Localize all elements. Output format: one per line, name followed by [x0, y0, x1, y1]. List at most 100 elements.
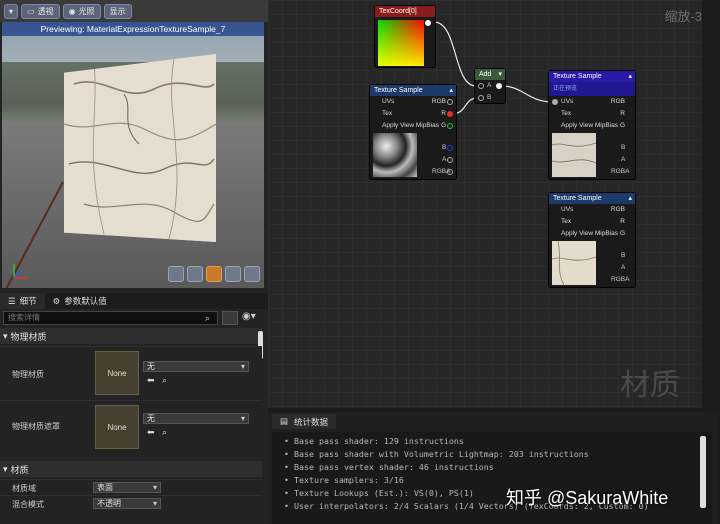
- marble-veins: [551, 240, 597, 286]
- blend-mode-row: 混合模式 不透明 ▾: [0, 495, 262, 511]
- uvs-input-pin[interactable]: [552, 99, 558, 105]
- collapse-icon: ▾: [3, 330, 8, 341]
- tab-details[interactable]: ☰ 细节: [0, 293, 45, 309]
- material-editor: ▾ ▭ 透视 ◉ 光照 显示 Previewing: MaterialExpress…: [0, 0, 720, 524]
- tab-stats[interactable]: ▤ 统计数据: [272, 414, 337, 429]
- texture-sample-node-1[interactable]: Texture Sample ▴ UVs RGB Tex R Apply View M…: [369, 84, 457, 180]
- browse-icon[interactable]: ⌕: [162, 375, 167, 386]
- stat-line: • Base pass shader with Volumetric Light…: [284, 449, 589, 459]
- material-domain-row: 材质域 表面 ▾: [0, 479, 262, 495]
- search-icon[interactable]: ⌕: [205, 313, 210, 324]
- collapse-arrow-icon: ▴: [628, 195, 632, 202]
- stats-body: • Base pass shader: 129 instructions • B…: [272, 432, 712, 524]
- material-domain-label: 材质域: [12, 484, 36, 493]
- texture-sample-title: Texture Sample ▴: [549, 193, 635, 204]
- tex-pin-row[interactable]: Tex R: [549, 108, 635, 120]
- stat-line: • Base pass shader: 129 instructions: [284, 436, 464, 446]
- eye-icon[interactable]: ◉▾: [242, 311, 256, 322]
- browse-icon[interactable]: ⌕: [162, 427, 167, 438]
- phys-mask-label: 物理材质遮罩: [12, 422, 60, 431]
- marble-texture-thumbnail: [551, 240, 597, 286]
- texcoord-node-title: TexCoord[0]: [375, 6, 435, 17]
- add-node-title: Add ▾: [475, 69, 505, 80]
- left-panel: ▾ ▭ 透视 ◉ 光照 显示 Previewing: MaterialExpress…: [0, 0, 268, 524]
- cylinder-icon[interactable]: [168, 266, 184, 282]
- preview-marble-plane: [64, 54, 216, 242]
- material-domain-dropdown[interactable]: 表面 ▾: [93, 482, 161, 493]
- collapse-icon: ▾: [3, 463, 8, 474]
- texture-sample-node-2[interactable]: Texture Sample ▴ 正在预览 UVs RGB Tex R Apply V…: [548, 70, 636, 180]
- phys-mask-dropdown[interactable]: 无 ▾: [143, 413, 249, 424]
- rgba-output-pin[interactable]: [447, 169, 453, 175]
- preview-subtitle: 正在预览: [549, 82, 635, 96]
- teapot-icon[interactable]: [244, 266, 260, 282]
- material-graph[interactable]: 缩放-3 材质 TexCoord[0] Add ▾ A B Texture Sam: [268, 0, 702, 408]
- tab-parameter-defaults[interactable]: ⚙ 参数默认值: [45, 293, 115, 309]
- uvs-pin-row[interactable]: UVs RGB: [549, 96, 635, 108]
- use-selected-icon[interactable]: ⬅: [147, 427, 155, 438]
- phys-material-row: 物理材质 None 无 ▾ ⬅ ⌕: [0, 346, 262, 400]
- texcoord-output-pin[interactable]: [425, 20, 431, 26]
- uvs-pin-row[interactable]: UVs RGB: [549, 204, 635, 216]
- preview-title: Previewing: MaterialExpressionTextureSam…: [2, 22, 264, 36]
- stats-scrollbar[interactable]: [700, 436, 706, 508]
- parameters-icon: ⚙: [52, 295, 61, 306]
- collapse-arrow-icon: ▴: [449, 87, 453, 94]
- sphere-icon[interactable]: [187, 266, 203, 282]
- perspective-button[interactable]: ▭ 透视: [21, 3, 60, 19]
- phys-material-dropdown[interactable]: 无 ▾: [143, 361, 249, 372]
- chevron-down-icon: ▾: [152, 499, 157, 508]
- marble-veins: [551, 142, 597, 164]
- preview-viewport[interactable]: Previewing: MaterialExpressionTextureSam…: [2, 22, 264, 288]
- texcoord-node[interactable]: TexCoord[0]: [374, 5, 436, 68]
- cube-icon[interactable]: [225, 266, 241, 282]
- g-output-pin[interactable]: [447, 123, 453, 129]
- details-tabs: ☰ 细节 ⚙ 参数默认值: [0, 293, 268, 309]
- rgb-output-pin[interactable]: [447, 99, 453, 105]
- mip-pin-row[interactable]: Apply View MipBias G: [370, 120, 456, 132]
- add-pin-a[interactable]: [478, 83, 484, 89]
- preview-shape-buttons: [168, 266, 260, 282]
- plane-icon[interactable]: [206, 266, 222, 282]
- phys-mask-thumbnail[interactable]: None: [95, 405, 139, 449]
- lit-icon: ◉: [68, 6, 76, 16]
- axis-gizmo-icon: [13, 264, 28, 279]
- property-matrix-icon[interactable]: [222, 311, 238, 325]
- phys-material-thumbnail[interactable]: None: [95, 351, 139, 395]
- details-search-input[interactable]: 搜索详情: [3, 311, 218, 325]
- section-physical-material[interactable]: ▾ 物理材质: [0, 328, 262, 344]
- viewport-options-button[interactable]: ▾: [4, 3, 18, 19]
- stat-line: • Texture Lookups (Est.): VS(0), PS(1): [284, 488, 474, 498]
- use-selected-icon[interactable]: ⬅: [147, 375, 155, 386]
- add-pin-b[interactable]: [478, 95, 484, 101]
- section-material[interactable]: ▾ 材质: [0, 461, 262, 477]
- blend-mode-dropdown[interactable]: 不透明 ▾: [93, 498, 161, 509]
- tex-pin-row[interactable]: Tex R: [370, 108, 456, 120]
- texcoord-preview: [378, 20, 424, 66]
- phys-material-label: 物理材质: [12, 370, 44, 379]
- collapse-arrow-icon: ▾: [498, 71, 502, 78]
- blend-mode-label: 混合模式: [12, 500, 44, 509]
- details-icon: ☰: [8, 295, 16, 306]
- viewport-toolbar: ▾ ▭ 透视 ◉ 光照 显示: [0, 0, 268, 22]
- stats-icon: ▤: [280, 416, 289, 426]
- uvs-pin-row[interactable]: UVs RGB: [370, 96, 456, 108]
- tex-pin-row[interactable]: Tex R: [549, 216, 635, 228]
- a-output-pin[interactable]: [447, 157, 453, 163]
- marble-texture-thumbnail: [551, 133, 597, 177]
- r-output-pin[interactable]: [447, 111, 453, 117]
- chevron-down-icon: ▾: [240, 362, 245, 371]
- texture-sample-title: Texture Sample ▴: [549, 71, 635, 82]
- add-output-pin[interactable]: [496, 83, 502, 89]
- chevron-down-icon: ▾: [240, 414, 245, 423]
- show-button[interactable]: 显示: [103, 3, 132, 19]
- stat-line: • Texture samplers: 3/16: [284, 475, 404, 485]
- mip-pin-row[interactable]: Apply View MipBias G: [549, 120, 635, 132]
- lit-button[interactable]: ◉ 光照: [62, 3, 101, 19]
- graph-wires: [433, 21, 554, 115]
- texture-sample-node-3[interactable]: Texture Sample ▴ UVs RGB Tex R Apply View M…: [548, 192, 636, 288]
- chevron-down-icon: ▾: [8, 6, 13, 16]
- b-output-pin[interactable]: [447, 145, 453, 151]
- add-node[interactable]: Add ▾ A B: [474, 68, 506, 104]
- mip-pin-row[interactable]: Apply View MipBias G: [549, 228, 635, 240]
